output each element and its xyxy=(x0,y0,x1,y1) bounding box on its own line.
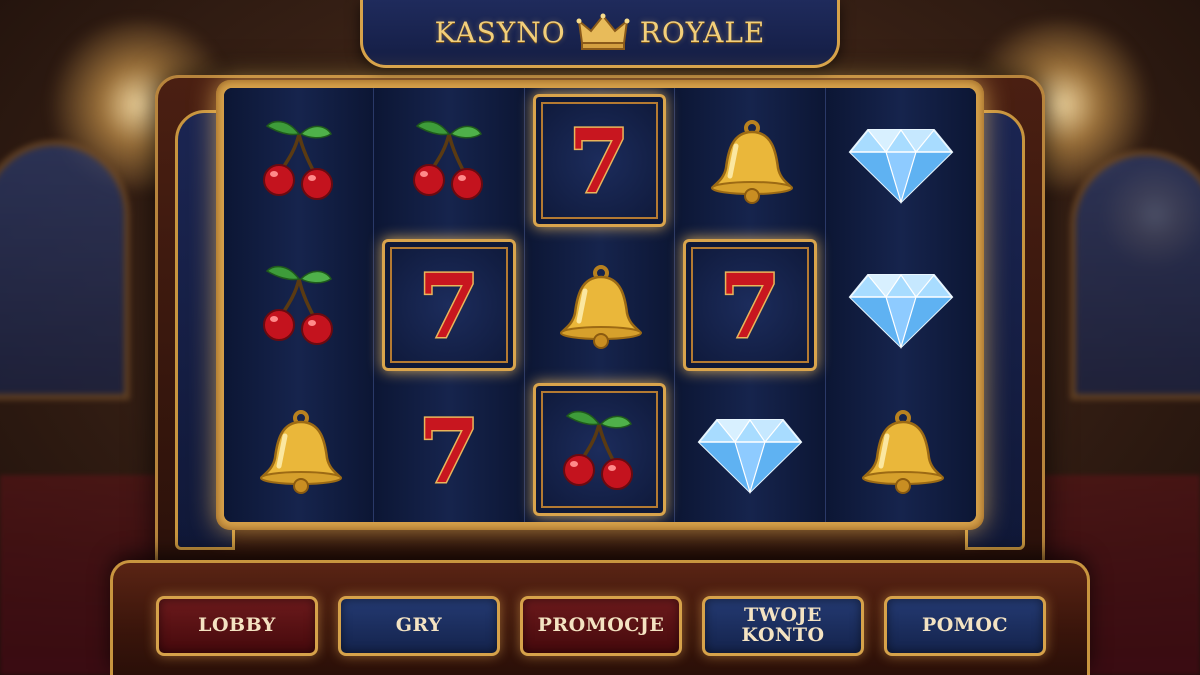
svg-text:7: 7 xyxy=(418,257,479,353)
reel-symbol-seven: 7 xyxy=(374,377,523,522)
lobby-button-label: LOBBY xyxy=(198,614,276,637)
diamond-icon xyxy=(848,273,954,350)
diamond-icon xyxy=(848,129,954,205)
bell-icon xyxy=(861,409,944,494)
help-button[interactable]: POMOC xyxy=(884,596,1046,656)
control-bar: LOBBY GRY PROMOCJE TWOJE KONTO POMOC xyxy=(110,560,1090,675)
svg-text:7: 7 xyxy=(719,257,780,353)
reel-1 xyxy=(224,88,375,522)
reel-3: 7 xyxy=(524,88,676,522)
reel-2: 7 7 xyxy=(374,88,525,522)
cherry-icon xyxy=(563,410,634,490)
reel-4: 7 xyxy=(675,88,826,522)
reel-symbol-bell xyxy=(525,233,674,378)
title-left: KASYNO xyxy=(434,16,566,49)
reel-symbol-cherry xyxy=(224,88,373,233)
bell-icon xyxy=(560,265,643,349)
seven-icon: 7 xyxy=(718,257,782,353)
seven-icon: 7 xyxy=(567,112,631,208)
svg-text:7: 7 xyxy=(418,402,479,498)
reel-symbol-seven: 7 xyxy=(374,233,523,378)
reel-symbol-bell xyxy=(826,377,976,522)
reel-symbol-cherry xyxy=(374,88,523,233)
background-arch-left xyxy=(0,140,130,400)
games-button[interactable]: GRY xyxy=(338,596,500,656)
title-right: ROYALE xyxy=(639,16,766,49)
reel-symbol-diamond xyxy=(826,88,976,233)
crown-icon xyxy=(576,13,630,50)
title-plaque: KASYNO ROYALE xyxy=(360,0,840,68)
promotions-button[interactable]: PROMOCJE xyxy=(520,596,682,656)
diamond-icon xyxy=(697,418,803,494)
background-arch-right xyxy=(1070,150,1200,400)
svg-text:7: 7 xyxy=(569,112,630,208)
bell-icon xyxy=(710,120,793,205)
account-button-label: TWOJE KONTO xyxy=(741,604,825,646)
cherry-icon xyxy=(262,121,333,201)
cherry-icon xyxy=(413,121,484,201)
reel-panel: 7 7 7 7 xyxy=(216,80,984,530)
seven-icon: 7 xyxy=(417,257,481,353)
reel-symbol-bell xyxy=(675,88,824,233)
cherry-icon xyxy=(262,265,333,345)
lobby-button[interactable]: LOBBY xyxy=(156,596,318,656)
reel-symbol-diamond xyxy=(675,377,824,522)
help-button-label: POMOC xyxy=(921,614,1009,637)
account-button[interactable]: TWOJE KONTO xyxy=(702,596,864,656)
games-button-label: GRY xyxy=(395,614,443,637)
reel-symbol-seven: 7 xyxy=(525,88,674,233)
reel-symbol-bell xyxy=(224,377,373,522)
reel-symbol-cherry xyxy=(224,233,373,378)
reel-symbol-diamond xyxy=(826,233,976,378)
promotions-button-label: PROMOCJE xyxy=(537,614,665,637)
reel-symbol-seven: 7 xyxy=(675,233,824,378)
bell-icon xyxy=(259,409,342,494)
seven-icon: 7 xyxy=(417,402,481,498)
reel-symbol-cherry xyxy=(525,377,674,522)
reel-5 xyxy=(825,88,976,522)
reel-grid: 7 7 7 7 xyxy=(224,88,976,522)
